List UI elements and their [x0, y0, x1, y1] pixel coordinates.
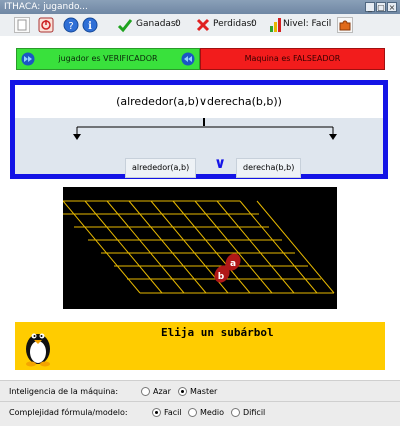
- formula-main: (alrededor(a,b)∨derecha(b,b)): [15, 85, 383, 118]
- master-label: Master: [190, 387, 218, 396]
- radio-azar[interactable]: [141, 387, 150, 396]
- window-title: ITHACA: jugando...: [4, 2, 88, 12]
- level-bars-icon: [270, 18, 281, 32]
- title-bar: ITHACA: jugando... _ ▢ ×: [0, 0, 400, 14]
- intel-option-master[interactable]: Master: [178, 387, 217, 396]
- verifier-bar: jugador es VERIFICADOR: [16, 48, 200, 70]
- info-button[interactable]: i: [82, 17, 98, 33]
- intel-option-azar[interactable]: Azar: [141, 387, 171, 396]
- complex-option-medio[interactable]: Medio: [188, 408, 224, 417]
- svg-text:i: i: [88, 21, 92, 32]
- info-icon: i: [82, 17, 98, 33]
- grid: a b: [61, 200, 335, 294]
- verifier-text: jugador es VERIFICADOR: [58, 54, 158, 63]
- double-arrow-right-icon: [21, 52, 35, 66]
- svg-text:?: ?: [68, 21, 73, 32]
- or-connective: ∨: [214, 154, 227, 172]
- perdidas-value: 0: [251, 19, 257, 29]
- radio-master[interactable]: [178, 387, 187, 396]
- object-b-label: b: [218, 272, 225, 282]
- double-arrow-left-icon: [181, 52, 195, 66]
- falsifier-bar: Maquina es FALSEADOR: [200, 48, 385, 70]
- complex-option-facil[interactable]: Facil: [152, 408, 182, 417]
- radio-medio[interactable]: [188, 408, 197, 417]
- help-button[interactable]: ?: [63, 17, 79, 33]
- minimize-button[interactable]: _: [365, 2, 375, 12]
- checkmark-icon: [117, 19, 133, 33]
- maximize-button[interactable]: ▢: [376, 2, 386, 12]
- azar-label: Azar: [153, 387, 171, 396]
- ganadas-value: 0: [175, 19, 181, 29]
- left-subformula-button[interactable]: alrededor(a,b): [125, 158, 197, 178]
- ganadas-label: Ganadas:: [136, 19, 179, 29]
- intel-label: Inteligencia de la máquina:: [9, 387, 119, 396]
- falsifier-text: Maquina es FALSEADOR: [244, 54, 341, 63]
- divider: [0, 401, 400, 402]
- branch-connector: [73, 118, 337, 140]
- medio-label: Medio: [200, 408, 225, 417]
- message-box: Elija un subárbol: [15, 322, 385, 370]
- formula-tree: (alrededor(a,b)∨derecha(b,b)) alrededor(…: [10, 80, 388, 179]
- penguin-icon: [26, 333, 50, 367]
- dificil-label: Dificil: [243, 408, 266, 417]
- toolbar: ? i Ganadas: 0 Perdidas: 0 Nivel: Facil: [0, 14, 400, 37]
- settings-button[interactable]: [337, 17, 353, 33]
- object-a-label: a: [230, 259, 236, 269]
- perdidas-label: Perdidas:: [213, 19, 255, 29]
- complex-option-dificil[interactable]: Dificil: [231, 408, 265, 417]
- puzzle-icon: [339, 20, 351, 31]
- message-text: Elija un subárbol: [161, 326, 274, 339]
- new-game-button[interactable]: [14, 17, 30, 33]
- subformula-area: alrededor(a,b) ∨ derecha(b,b): [15, 118, 383, 178]
- cross-icon: [196, 18, 210, 32]
- close-button[interactable]: ×: [387, 2, 397, 12]
- nivel-label: Nivel: Facil: [283, 19, 332, 29]
- radio-facil[interactable]: [152, 408, 161, 417]
- complex-label: Complejidad fórmula/modelo:: [9, 408, 128, 417]
- radio-dificil[interactable]: [231, 408, 240, 417]
- model-board: a b: [61, 187, 337, 309]
- divider: [0, 380, 400, 381]
- page-icon: [17, 19, 27, 31]
- stop-button[interactable]: [38, 17, 54, 33]
- help-icon: ?: [63, 17, 79, 33]
- right-subformula-button[interactable]: derecha(b,b): [236, 158, 302, 178]
- facil-label: Facil: [164, 408, 182, 417]
- stop-icon: [38, 17, 54, 33]
